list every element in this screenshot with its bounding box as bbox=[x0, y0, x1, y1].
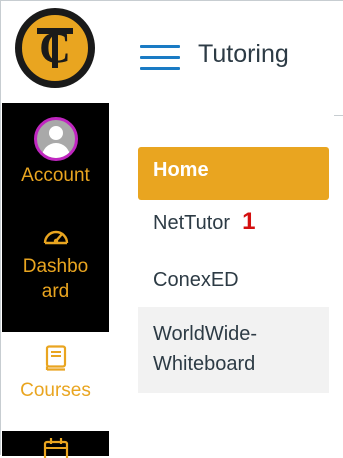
avatar-icon bbox=[33, 117, 78, 161]
course-nav-conexed-label: ConexED bbox=[153, 269, 239, 291]
tc-monogram-icon: C bbox=[37, 23, 73, 72]
annotation-marker: 1 bbox=[242, 208, 256, 235]
course-nav-worldwide-label-line-1: WorldWide- bbox=[153, 323, 258, 345]
book-icon bbox=[45, 345, 66, 371]
hamburger-bar-bottom bbox=[140, 67, 180, 70]
dashboard-label-line-1: Dashbo bbox=[22, 256, 89, 277]
school-logo[interactable]: C bbox=[15, 8, 95, 88]
dashboard-label-line-2: ard bbox=[41, 281, 70, 302]
speedometer-icon bbox=[43, 230, 68, 245]
courses-label: Courses bbox=[20, 380, 91, 401]
hamburger-bar-top bbox=[140, 45, 180, 48]
global-nav: C Account Dashbo ard bbox=[2, 2, 109, 458]
header-divider bbox=[334, 115, 343, 116]
global-nav-account[interactable]: Account bbox=[2, 117, 109, 188]
calendar-icon bbox=[43, 438, 68, 458]
dashboard-label: Dashbo ard bbox=[2, 254, 109, 304]
page-title: Tutoring bbox=[198, 40, 289, 68]
course-nav-home[interactable]: Home bbox=[138, 147, 329, 200]
course-nav-nettutor[interactable]: NetTutor 1 bbox=[138, 209, 329, 236]
global-nav-calendar[interactable] bbox=[2, 438, 109, 458]
account-label: Account bbox=[21, 165, 90, 186]
global-nav-courses[interactable]: Courses bbox=[2, 345, 109, 403]
app-frame: C Account Dashbo ard bbox=[0, 0, 343, 458]
course-nav-worldwide-label-line-2: Whiteboard bbox=[153, 353, 256, 375]
course-nav-worldwide-whiteboard[interactable]: WorldWide- Whiteboard bbox=[138, 307, 329, 393]
course-nav-nettutor-label: NetTutor bbox=[153, 212, 231, 234]
logo-area[interactable]: C bbox=[2, 2, 109, 103]
course-nav-conexed[interactable]: ConexED bbox=[138, 267, 329, 293]
global-nav-dashboard[interactable]: Dashbo ard bbox=[2, 224, 109, 304]
hamburger-bar-middle bbox=[140, 56, 180, 59]
logo-emblem: C bbox=[20, 13, 90, 83]
course-nav-home-label: Home bbox=[153, 159, 209, 181]
course-menu-toggle-button[interactable] bbox=[140, 45, 180, 71]
